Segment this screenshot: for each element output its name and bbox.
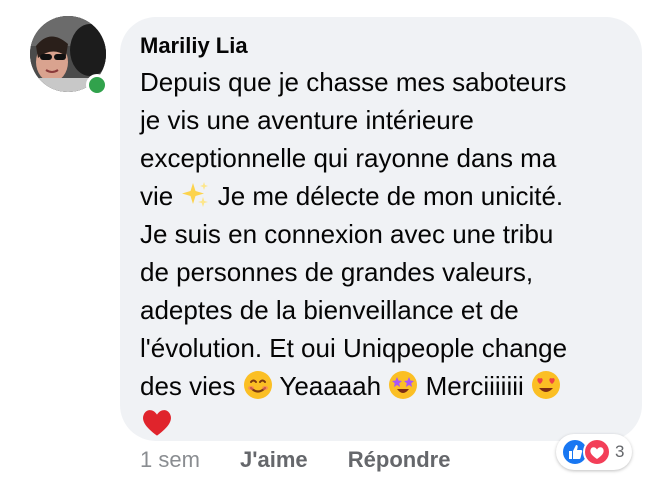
comment-line-text: vie (140, 181, 174, 211)
red-heart-emoji-icon (143, 410, 171, 436)
comment-line-text: Je me délecte de mon unicité. (217, 181, 564, 211)
smiling-face-emoji-icon (243, 371, 272, 399)
comment-line: Je suis en connexion avec une tribu (140, 219, 554, 249)
comment-line-with-emoji: des vies Yeaaaah Merciiiiiii (140, 367, 630, 405)
heart-eyes-emoji-icon (532, 371, 561, 399)
reply-button[interactable]: Répondre (348, 447, 451, 472)
comment-actions: 1 sem J'aime Répondre (140, 446, 484, 474)
comment-line-text: Yeaaaah (279, 371, 382, 401)
reactions-summary[interactable]: 3 (556, 434, 633, 470)
reactions-count: 3 (615, 442, 625, 461)
comment-line-text: des vies (140, 371, 236, 401)
comment-line: je vis une aventure intérieure (140, 105, 474, 135)
comment-timestamp[interactable]: 1 sem (140, 447, 200, 472)
comment-line: l'évolution. Et oui Uniqpeople change (140, 333, 568, 363)
comment-line-text: Merciiiiiii (425, 371, 524, 401)
comment-author[interactable]: Mariliy Lia (140, 31, 624, 61)
comment-line: adeptes de la bienveillance et de (140, 295, 519, 325)
star-struck-emoji-icon (389, 371, 418, 399)
comment: Mariliy Lia Depuis que je chasse mes sab… (0, 0, 658, 486)
comment-text: Depuis que je chasse mes saboteurs je vi… (140, 63, 630, 443)
comment-line: Depuis que je chasse mes saboteurs (140, 67, 567, 97)
comment-line-with-emoji: vie Je me délecte de mon unicité. (140, 177, 630, 215)
comment-bubble: Mariliy Lia Depuis que je chasse mes sab… (120, 17, 642, 441)
comment-line: exceptionnelle qui rayonne dans ma (140, 143, 557, 173)
like-button[interactable]: J'aime (240, 447, 308, 472)
sparkles-emoji-icon (182, 182, 209, 207)
comment-line-emoji-only (140, 405, 630, 443)
online-status-indicator (86, 74, 108, 96)
comment-line: de personnes de grandes valeurs, (140, 257, 534, 287)
avatar-container[interactable] (30, 16, 108, 96)
love-icon (583, 438, 611, 466)
